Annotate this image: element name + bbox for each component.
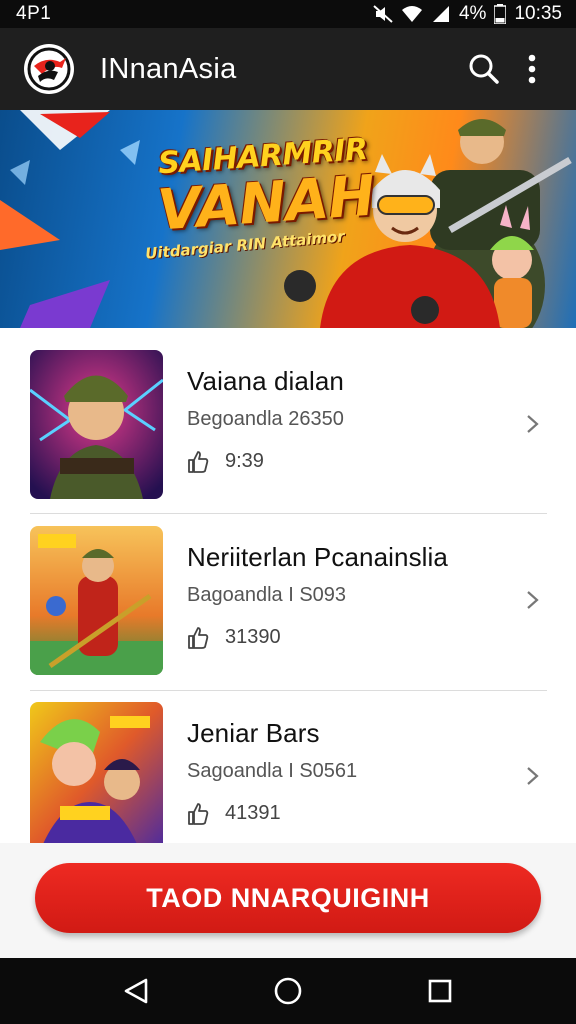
recents-icon	[428, 979, 452, 1003]
more-vert-icon	[528, 54, 536, 84]
game-thumbnail	[30, 702, 163, 851]
battery-percent: 4%	[458, 3, 487, 24]
count-text: 41391	[225, 802, 281, 824]
back-button[interactable]	[112, 967, 160, 1015]
game-count: 41391	[187, 802, 281, 825]
list-item[interactable]: Jeniar Bars Sagoandla I S0561 41391	[0, 680, 576, 856]
carrier-text: 4P1	[16, 3, 52, 24]
app-title: INnanAsia	[100, 52, 237, 85]
navigation-bar	[0, 958, 576, 1024]
back-icon	[124, 978, 148, 1004]
game-subtitle: Bagoandla I S093	[187, 584, 347, 606]
chevron-right-icon[interactable]	[522, 414, 542, 434]
list-item[interactable]: Vaiana dialan Begoandla 26350 9:39	[0, 328, 576, 504]
chevron-right-icon[interactable]	[522, 766, 542, 786]
app-logo-icon[interactable]	[24, 44, 74, 94]
status-icons: 4% 10:35	[373, 3, 562, 25]
app-bar: INnanAsia	[0, 28, 576, 110]
clock: 10:35	[514, 3, 562, 24]
search-icon	[469, 54, 499, 84]
search-button[interactable]	[460, 45, 508, 93]
chevron-right-icon[interactable]	[522, 590, 542, 610]
game-title: Jeniar Bars	[187, 718, 320, 748]
mute-icon	[373, 5, 393, 23]
game-title: Neriiterlan Pcanainslia	[187, 542, 448, 572]
recents-button[interactable]	[416, 967, 464, 1015]
banner-title: SAIHARMRIR VANAH	[147, 132, 383, 244]
game-subtitle: Begoandla 26350	[187, 408, 344, 430]
game-list: Vaiana dialan Begoandla 26350 9:39 Nerii…	[0, 328, 576, 856]
thumbs-up-icon	[188, 626, 209, 649]
thumbs-up-icon	[188, 802, 209, 825]
status-bar: 4P1 4% 10:35	[0, 0, 576, 28]
game-thumbnail	[30, 526, 163, 675]
cta-area: TAOD NNARQUIGINH	[0, 843, 576, 958]
game-count: 31390	[187, 626, 281, 649]
game-subtitle: Sagoandla I S0561	[187, 760, 358, 782]
battery-icon	[494, 4, 507, 24]
count-text: 9:39	[225, 450, 264, 472]
primary-action-button[interactable]: TAOD NNARQUIGINH	[35, 863, 541, 933]
wifi-icon	[401, 5, 423, 23]
signal-icon	[431, 5, 451, 23]
home-button[interactable]	[264, 967, 312, 1015]
game-thumbnail	[30, 350, 163, 499]
more-options-button[interactable]	[508, 45, 556, 93]
promo-banner[interactable]: SAIHARMRIR VANAH Uitdargiar RIN Attaimor	[0, 110, 576, 328]
thumbs-up-icon	[188, 450, 209, 473]
game-title: Vaiana dialan	[187, 366, 344, 396]
game-count: 9:39	[187, 450, 264, 473]
count-text: 31390	[225, 626, 281, 648]
list-item[interactable]: Neriiterlan Pcanainslia Bagoandla I S093…	[0, 504, 576, 680]
home-icon	[274, 977, 302, 1005]
